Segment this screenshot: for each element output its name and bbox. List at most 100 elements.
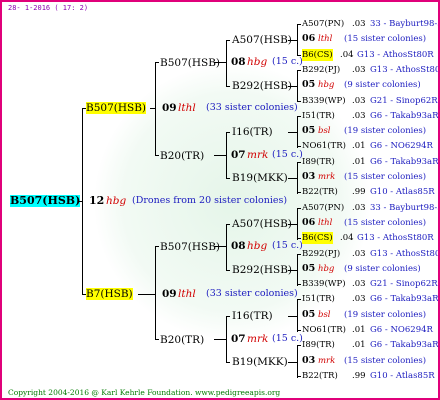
ggg-row-19-value: .03 xyxy=(352,294,366,305)
grand-1-note: (15 c.) xyxy=(272,56,303,67)
great-2-stub xyxy=(226,86,230,87)
grand-3-gen: 08 xyxy=(231,240,246,252)
root-note: (Drones from 20 sister colonies) xyxy=(132,195,288,206)
ggg-row-20-type: bsl xyxy=(318,309,331,320)
header-date: 28- 1-2016 ( 17: 2) xyxy=(8,4,89,12)
root-stub xyxy=(78,201,83,202)
ggg-row-1-value: .03 xyxy=(352,19,366,29)
ggg-row-16-node[interactable]: B292(PJ) xyxy=(302,248,340,260)
ggg-row-17-note: (9 sister colonies) xyxy=(344,263,421,274)
parent-1-node[interactable]: B507(HSB) xyxy=(86,102,147,114)
great-2-node[interactable]: B292(HSB) xyxy=(232,80,292,92)
ggg-row-4-value: .03 xyxy=(352,64,366,75)
ggg-row-15-stub xyxy=(297,238,301,240)
grand-2-connector xyxy=(226,132,227,178)
ggg-row-23-gen: 03 xyxy=(302,354,316,366)
grand-2-node[interactable]: B20(TR) xyxy=(160,150,204,162)
ggg-row-1-node[interactable]: A507(PN) xyxy=(302,18,344,30)
great-8-stub xyxy=(226,362,230,363)
ggg-row-22-source: G6 - Takab93aR xyxy=(370,340,439,351)
ggg-row-10-stub xyxy=(297,161,301,163)
great-7-connector xyxy=(297,300,298,332)
ggg-row-9-node[interactable]: NO61(TR) xyxy=(302,140,346,152)
grand-2-gen: 07 xyxy=(231,149,246,161)
ggg-row-24-node[interactable]: B22(TR) xyxy=(302,370,338,382)
ggg-row-22-node[interactable]: I89(TR) xyxy=(302,339,335,351)
ggg-row-18-node[interactable]: B339(WP) xyxy=(302,278,346,290)
ggg-row-12-value: .99 xyxy=(352,187,366,198)
ggg-row-13-source: 33 - Bayburt98-3 xyxy=(370,202,440,213)
grand-3-type: hbg xyxy=(247,240,268,252)
ggg-row-4-node[interactable]: B292(PJ) xyxy=(302,64,340,76)
grand-1-gen: 08 xyxy=(231,56,246,68)
ggg-row-15-value: .04 xyxy=(340,233,354,244)
great-1-node[interactable]: A507(HSB) xyxy=(232,34,292,46)
ggg-row-9-source: G6 - NO6294R xyxy=(370,141,433,152)
parent-2-node[interactable]: B7(HSB) xyxy=(86,288,133,300)
ggg-row-9-stub xyxy=(297,146,301,148)
ggg-row-18-source: G21 - Sinop62R xyxy=(370,279,438,290)
ggg-row-13-node[interactable]: A507(PN) xyxy=(302,202,344,214)
ggg-row-7-node[interactable]: I51(TR) xyxy=(302,110,335,122)
p1-connector-in xyxy=(150,108,156,109)
ggg-row-12-stub xyxy=(297,192,301,194)
great-8-node[interactable]: B19(MKK) xyxy=(232,356,288,368)
ggg-row-11-gen: 03 xyxy=(302,171,316,182)
ggg-row-23-type: mrk xyxy=(318,355,336,366)
ggg-row-2-gen: 06 xyxy=(302,33,316,45)
great-7-connector-in xyxy=(288,316,297,317)
ggg-row-22-stub xyxy=(297,345,301,347)
grand-3-connector xyxy=(226,224,227,270)
ggg-row-3-source: G13 - AthosSt80R xyxy=(357,49,434,60)
grand-2-note: (15 c.) xyxy=(272,149,303,160)
ggg-row-10-node[interactable]: I89(TR) xyxy=(302,156,335,168)
ggg-row-15-node[interactable]: B6(CS) xyxy=(302,232,333,245)
great-5-node[interactable]: A507(HSB) xyxy=(232,218,292,230)
root-type: hbg xyxy=(106,195,127,207)
footer-copyright: Copyright 2004-2016 @ Karl Kehrle Founda… xyxy=(8,388,281,397)
ggg-row-4-source: G13 - AthosSt80R xyxy=(370,64,440,75)
grand-3-connector-in xyxy=(214,246,226,247)
g3-stub xyxy=(155,246,159,247)
ggg-row-8-gen: 05 xyxy=(302,125,316,137)
great-3-node[interactable]: I16(TR) xyxy=(232,126,273,138)
great-3-connector xyxy=(297,116,298,148)
root-node[interactable]: B507(HSB) xyxy=(10,195,81,207)
ggg-row-12-source: G10 - Atlas85R xyxy=(370,187,435,198)
ggg-row-10-source: G6 - Takab93aR xyxy=(370,156,439,167)
g4-stub xyxy=(155,339,159,340)
parent-1-note: (33 sister colonies) xyxy=(206,102,298,113)
ggg-row-18-stub xyxy=(297,284,301,286)
ggg-row-8-note: (19 sister colonies) xyxy=(344,126,427,137)
ggg-row-19-source: G6 - Takab93aR xyxy=(370,294,439,305)
ggg-row-4-stub xyxy=(297,69,301,71)
great-7-node[interactable]: I16(TR) xyxy=(232,310,273,322)
ggg-row-21-node[interactable]: NO61(TR) xyxy=(302,324,346,336)
ggg-row-1-stub xyxy=(297,24,301,25)
great-6-node[interactable]: B292(HSB) xyxy=(232,264,292,276)
parent-2-note: (33 sister colonies) xyxy=(206,288,298,299)
ggg-row-16-source: G13 - AthosSt80R xyxy=(370,248,440,259)
great-7-stub xyxy=(226,316,230,317)
ggg-row-16-stub xyxy=(297,253,301,255)
ggg-row-6-node[interactable]: B339(WP) xyxy=(302,95,346,107)
ggg-row-12-node[interactable]: B22(TR) xyxy=(302,186,338,198)
great-4-node[interactable]: B19(MKK) xyxy=(232,172,288,184)
grand-3-node[interactable]: B507(HSB) xyxy=(160,241,220,253)
grand-1-node[interactable]: B507(HSB) xyxy=(160,57,220,69)
p2-connector xyxy=(155,246,156,340)
ggg-row-5-gen: 05 xyxy=(302,79,316,91)
grand-4-node[interactable]: B20(TR) xyxy=(160,334,204,346)
ggg-row-3-value: .04 xyxy=(340,49,354,60)
great-8-connector-in xyxy=(288,362,297,363)
ggg-row-15-source: G13 - AthosSt80R xyxy=(357,233,434,244)
ggg-row-14-gen: 06 xyxy=(302,216,316,228)
ggg-row-20-gen: 05 xyxy=(302,308,316,320)
ggg-row-7-source: G6 - Takab93aR xyxy=(370,110,439,121)
ggg-row-19-node[interactable]: I51(TR) xyxy=(302,293,335,305)
ggg-row-3-node[interactable]: B6(CS) xyxy=(302,48,333,61)
p1-connector xyxy=(155,62,156,156)
grand-4-type: mrk xyxy=(247,333,269,345)
p2-connector-in xyxy=(138,294,156,295)
parent-1-gen: 09 xyxy=(162,102,177,114)
